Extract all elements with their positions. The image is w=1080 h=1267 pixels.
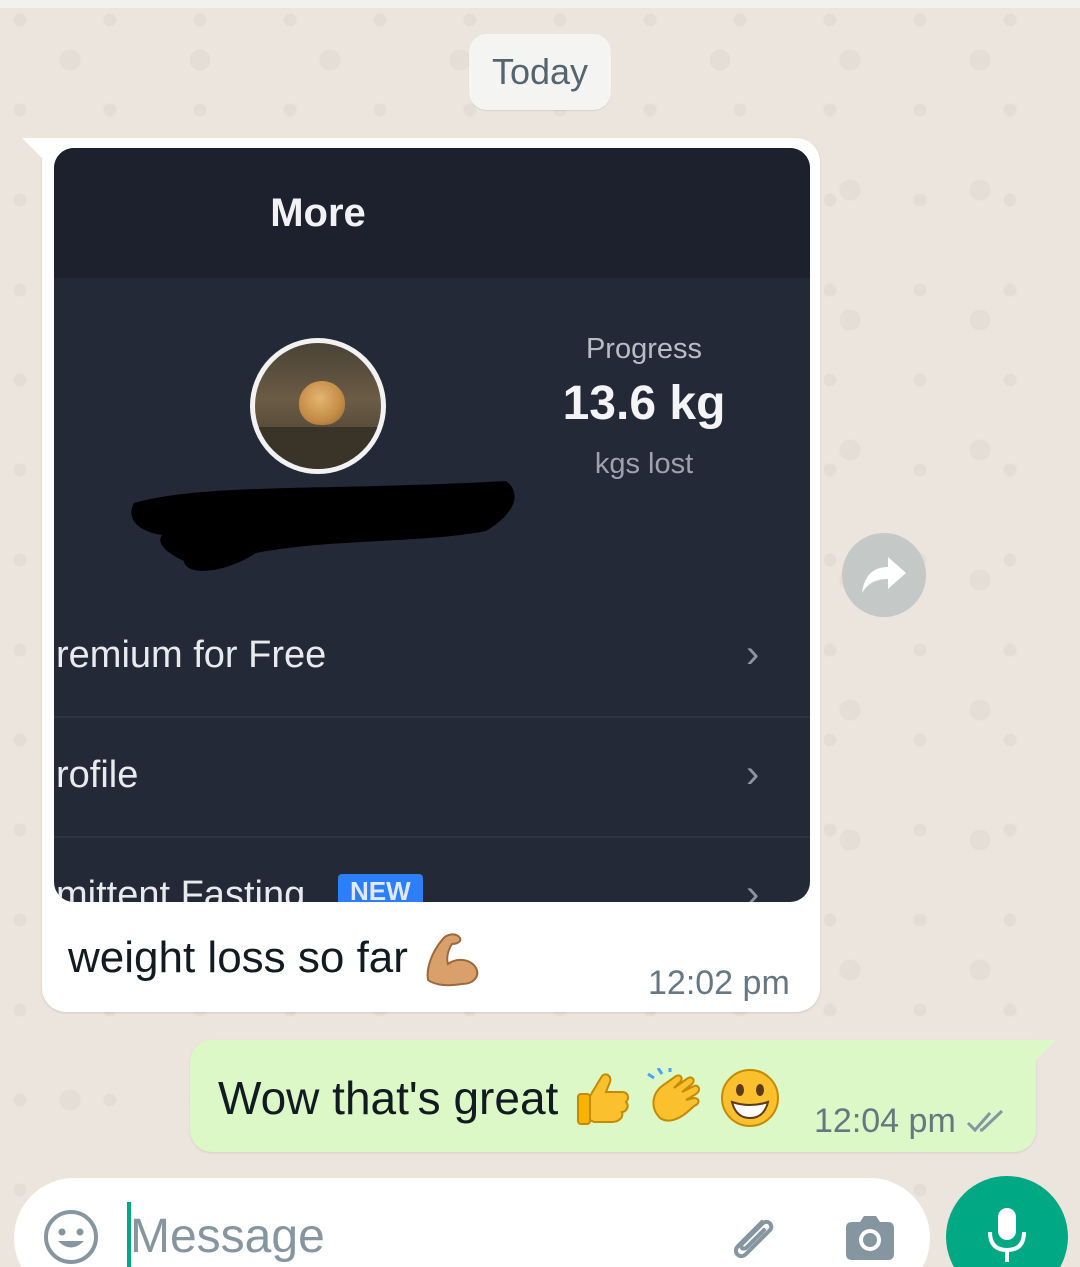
outgoing-message-body: Wow that's great bbox=[218, 1068, 780, 1128]
message-timestamp: 12:04 pm bbox=[814, 1102, 956, 1140]
date-separator-label: Today bbox=[491, 51, 589, 92]
clapping-hands-icon bbox=[647, 1068, 701, 1122]
image-header-bar: More bbox=[54, 148, 810, 278]
profile-avatar bbox=[250, 338, 386, 474]
camera-icon[interactable] bbox=[840, 1208, 900, 1267]
image-header-title: More bbox=[270, 190, 366, 235]
progress-label: Progress bbox=[585, 333, 703, 365]
paperclip-icon[interactable] bbox=[722, 1208, 782, 1267]
new-badge: NEW bbox=[338, 874, 423, 902]
message-composer bbox=[14, 1178, 930, 1267]
date-separator: Today bbox=[469, 34, 611, 110]
progress-value: 13.6 kg bbox=[562, 377, 726, 430]
message-input[interactable] bbox=[130, 1204, 690, 1267]
caption-text: weight loss so far bbox=[68, 933, 408, 982]
outgoing-message-text: Wow that's great bbox=[218, 1072, 559, 1124]
message-timestamp: 12:02 pm bbox=[648, 964, 790, 1002]
chevron-right-icon: › bbox=[746, 632, 760, 676]
message-image[interactable]: More Progress 13.6 kg kgs lost remium fo… bbox=[54, 148, 810, 902]
outgoing-message-bubble[interactable]: Wow that's great 12:04 pm bbox=[190, 1040, 1056, 1152]
message-caption: weight loss so far bbox=[68, 928, 482, 988]
bubble-tail bbox=[22, 138, 44, 160]
mic-button[interactable] bbox=[946, 1176, 1068, 1267]
grinning-face-icon bbox=[721, 1069, 780, 1127]
thumbs-up-icon bbox=[577, 1073, 630, 1125]
incoming-message-bubble[interactable]: More Progress 13.6 kg kgs lost remium fo… bbox=[22, 138, 820, 1012]
menu-item-label: rofile bbox=[56, 754, 139, 796]
microphone-icon bbox=[988, 1208, 1026, 1262]
menu-item-fasting: mittent Fasting NEW › bbox=[54, 838, 810, 902]
progress-unit: kgs lost bbox=[594, 448, 694, 480]
menu-item-premium: remium for Free › bbox=[54, 598, 810, 718]
top-strip bbox=[0, 0, 1080, 8]
outgoing-message-meta: 12:04 pm bbox=[814, 1102, 1006, 1141]
flexed-biceps-icon bbox=[426, 933, 479, 987]
forward-arrow-icon bbox=[862, 557, 906, 593]
chevron-right-icon: › bbox=[746, 872, 760, 902]
chevron-right-icon: › bbox=[746, 752, 760, 796]
emoji-icon[interactable] bbox=[42, 1208, 100, 1266]
bubble-tail bbox=[1034, 1040, 1056, 1062]
redaction-scribble bbox=[131, 481, 515, 571]
menu-item-label: remium for Free bbox=[56, 634, 327, 676]
menu-item-label: mittent Fasting bbox=[56, 874, 306, 902]
menu-item-profile: rofile › bbox=[54, 718, 810, 838]
double-tick-icon bbox=[966, 1109, 1003, 1132]
forward-button[interactable] bbox=[842, 533, 926, 617]
